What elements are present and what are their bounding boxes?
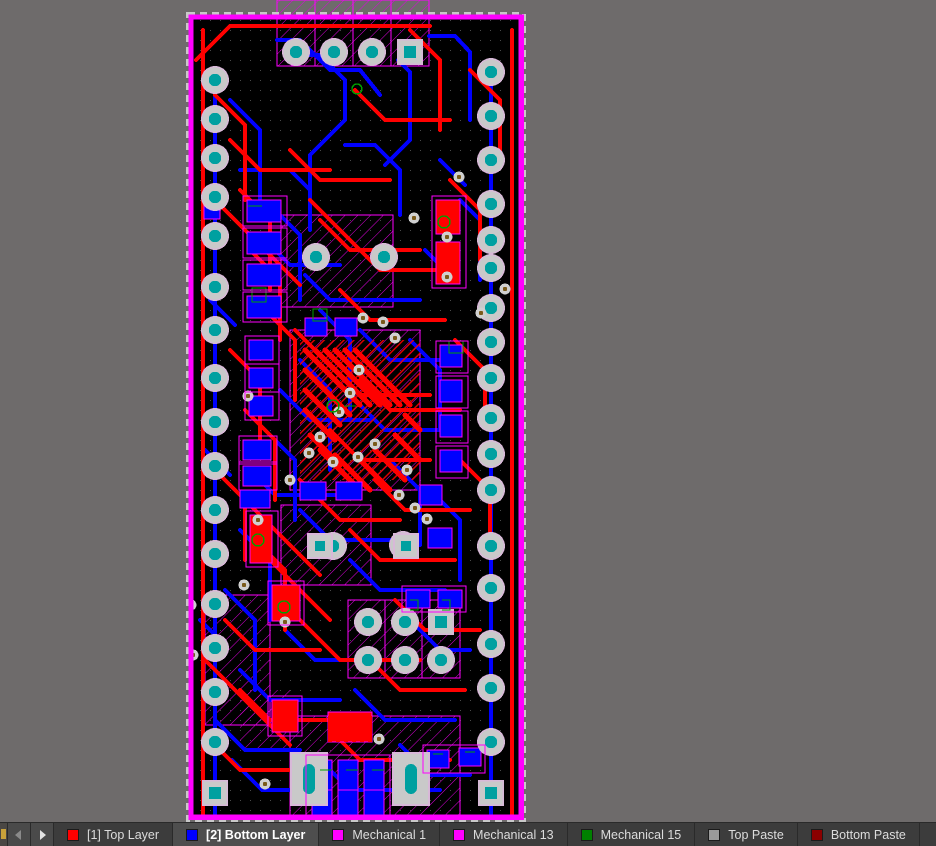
layer-tab-mechanical-15[interactable]: Mechanical 15 xyxy=(567,823,696,846)
tab-bar-filler xyxy=(919,823,936,846)
layer-tab-bottom-layer[interactable]: [2] Bottom Layer xyxy=(173,823,320,846)
layer-tab-label: Bottom Paste xyxy=(830,827,906,842)
layer-color-swatch xyxy=(453,828,466,841)
layer-tab-label: Mechanical 15 xyxy=(600,827,682,842)
layer-tab-label: Mechanical 13 xyxy=(473,827,554,842)
layer-tab-mechanical-1[interactable]: Mechanical 1 xyxy=(319,823,441,846)
layer-color-swatch xyxy=(810,828,823,841)
layer-tab-bottom-paste[interactable]: Bottom Paste xyxy=(797,823,920,846)
tab-next-button[interactable] xyxy=(31,823,54,846)
layer-color-swatch xyxy=(332,828,345,841)
layer-tab-top-paste[interactable]: Top Paste xyxy=(695,823,798,846)
tab-scroll-edge[interactable] xyxy=(0,823,8,846)
layer-color-swatch xyxy=(708,828,721,841)
pcb-layout-drawing xyxy=(0,0,936,822)
layer-tab-label: Top Paste xyxy=(728,827,784,842)
layer-color-swatch xyxy=(580,828,593,841)
layer-tab-label: Mechanical 1 xyxy=(352,827,427,842)
layer-tab-bar[interactable]: [1] Top Layer [2] Bottom Layer Mechanica… xyxy=(0,822,936,846)
left-arrow-icon xyxy=(15,829,21,840)
layer-color-swatch xyxy=(67,828,79,841)
right-arrow-icon xyxy=(40,829,46,840)
center-ic-fanout xyxy=(300,340,423,493)
layer-tab-top-layer[interactable]: [1] Top Layer xyxy=(54,823,174,846)
pcb-canvas[interactable] xyxy=(0,0,936,822)
layer-tab-label: [1] Top Layer xyxy=(87,827,160,842)
layer-tab-mechanical-13[interactable]: Mechanical 13 xyxy=(440,823,568,846)
layer-tab-label: [2] Bottom Layer xyxy=(206,827,306,842)
tab-prev-button[interactable] xyxy=(8,823,31,846)
layer-color-swatch xyxy=(186,828,199,841)
